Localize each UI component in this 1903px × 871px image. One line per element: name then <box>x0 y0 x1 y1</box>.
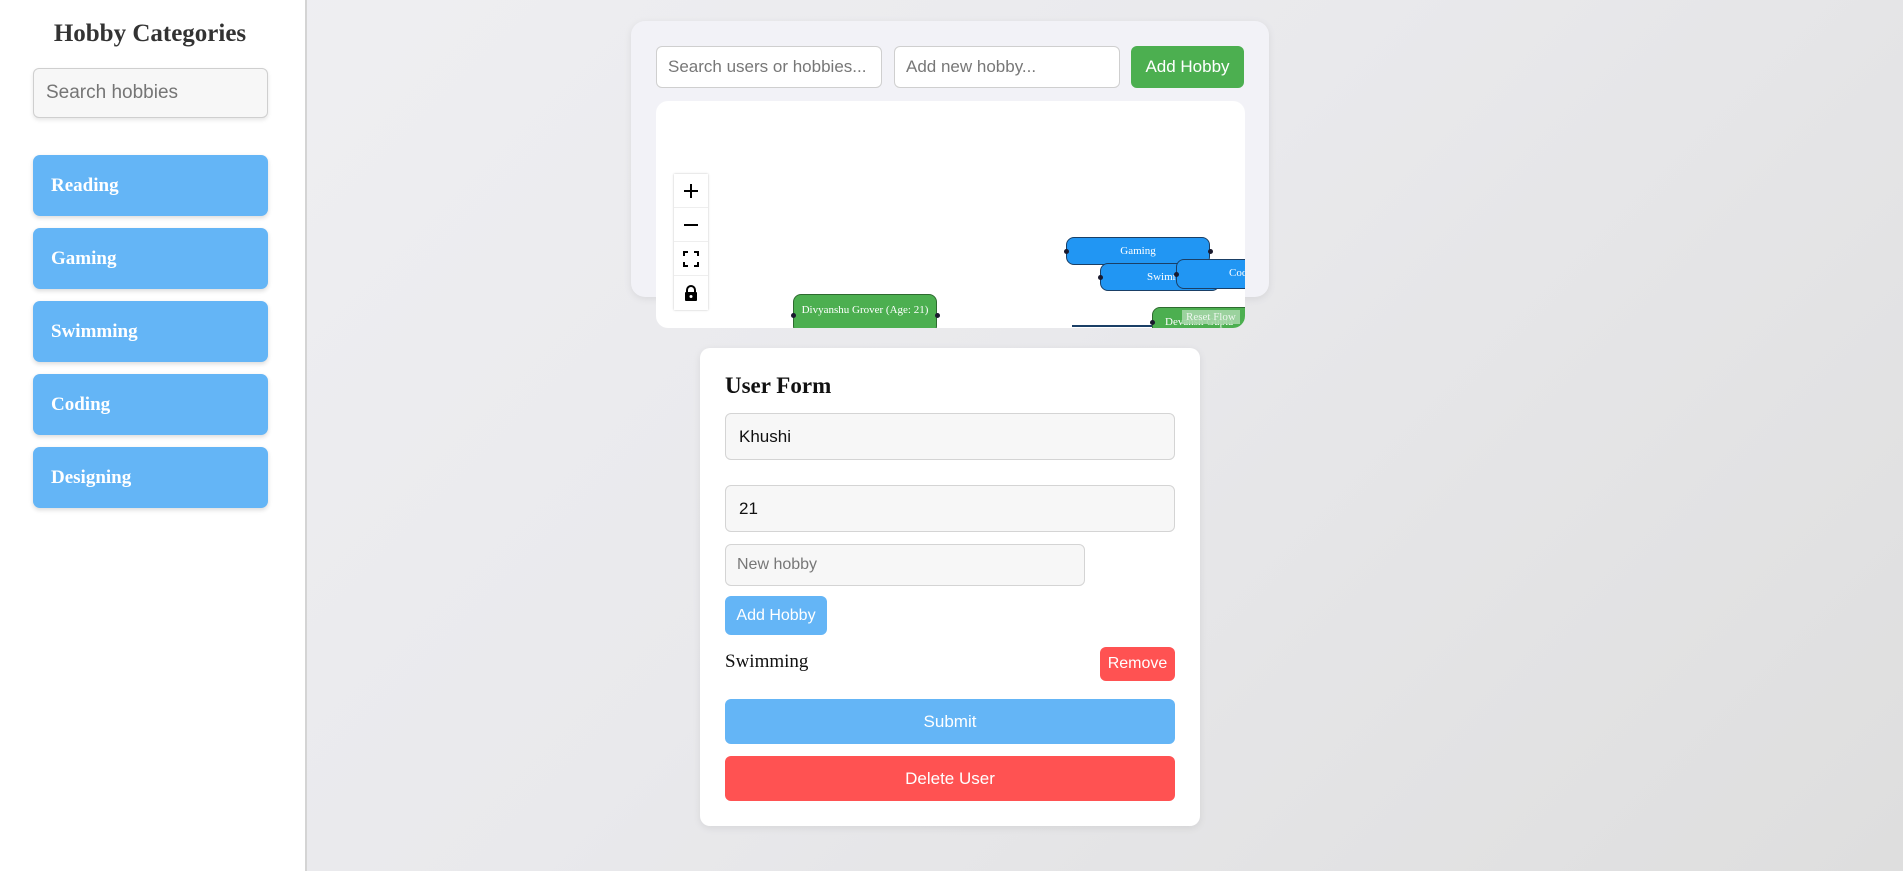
node-handle[interactable] <box>791 313 796 318</box>
flow-node-label: Coding <box>1229 267 1245 279</box>
flow-node-user[interactable]: Divyanshu Grover (Age: 21) <box>793 294 937 328</box>
category-item-gaming[interactable]: Gaming <box>33 228 268 289</box>
search-users-input[interactable] <box>656 46 882 88</box>
category-item-reading[interactable]: Reading <box>33 155 268 216</box>
category-list: Reading Gaming Swimming Coding Designing <box>33 155 268 520</box>
hobby-list-item: Swimming <box>725 651 809 672</box>
category-item-swimming[interactable]: Swimming <box>33 301 268 362</box>
sidebar-title: Hobby Categories <box>53 20 247 47</box>
name-input[interactable] <box>725 413 1175 460</box>
flow-controls <box>674 174 708 310</box>
user-form: User Form Add Hobby Swimming Remove Subm… <box>700 348 1200 826</box>
submit-button[interactable]: Submit <box>725 699 1175 744</box>
form-add-hobby-button[interactable]: Add Hobby <box>725 596 827 635</box>
new-hobby-input[interactable] <box>894 46 1120 88</box>
add-hobby-button[interactable]: Add Hobby <box>1131 46 1244 88</box>
sidebar: Hobby Categories Reading Gaming Swimming… <box>0 0 307 871</box>
fit-view-icon[interactable] <box>674 242 708 276</box>
lock-icon[interactable] <box>674 276 708 310</box>
node-handle[interactable] <box>935 313 940 318</box>
node-handle[interactable] <box>1174 272 1179 277</box>
node-handle[interactable] <box>1064 249 1069 254</box>
zoom-in-icon[interactable] <box>674 174 708 208</box>
form-new-hobby-input[interactable] <box>725 544 1085 586</box>
form-title: User Form <box>725 373 832 398</box>
flow-node-label: Gaming <box>1120 245 1156 257</box>
remove-hobby-button[interactable]: Remove <box>1100 647 1175 681</box>
flow-edge <box>1072 325 1152 327</box>
node-handle[interactable] <box>1098 275 1103 280</box>
age-input[interactable] <box>725 485 1175 532</box>
reset-flow-button[interactable]: Reset Flow <box>1182 310 1240 324</box>
category-item-coding[interactable]: Coding <box>33 374 268 435</box>
sidebar-search-input[interactable] <box>33 68 268 118</box>
flow-node-coding[interactable]: Coding <box>1176 259 1245 289</box>
node-handle[interactable] <box>1208 249 1213 254</box>
category-item-designing[interactable]: Designing <box>33 447 268 508</box>
flow-node-label: Divyanshu Grover (Age: 21) <box>801 304 929 316</box>
delete-user-button[interactable]: Delete User <box>725 756 1175 801</box>
zoom-out-icon[interactable] <box>674 208 708 242</box>
flow-canvas[interactable]: Gaming Swimming Coding Divyanshu Grover … <box>656 101 1245 328</box>
